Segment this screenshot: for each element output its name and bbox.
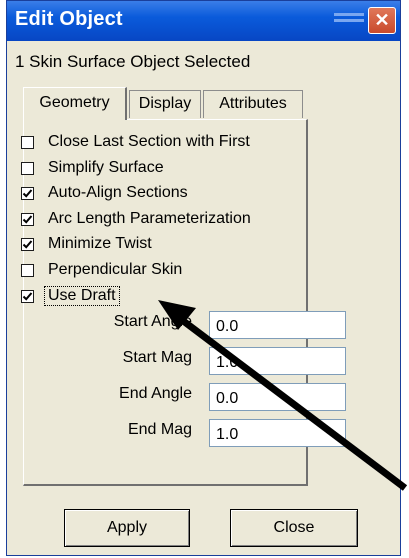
end-mag-input[interactable]	[209, 419, 346, 447]
checkbox[interactable]	[21, 263, 34, 277]
checkbox[interactable]	[21, 186, 34, 200]
end-mag-label: End Mag	[127, 421, 192, 438]
option-label: Use Draft	[44, 286, 120, 306]
selection-status: 1 Skin Surface Object Selected	[15, 52, 251, 71]
end-angle-label: End Angle	[119, 385, 192, 402]
window-title: Edit Object	[15, 8, 123, 30]
checkbox[interactable]	[21, 289, 34, 303]
checkmark-icon	[22, 291, 33, 301]
option-label: Arc Length Parameterization	[48, 210, 251, 227]
title-bar[interactable]: Edit Object ✕	[7, 1, 400, 41]
start-angle-label: Start Angle	[113, 313, 192, 330]
checkbox[interactable]	[21, 161, 34, 175]
option-close-last-section[interactable]: Close Last Section with First	[21, 131, 250, 153]
option-perpendicular-skin[interactable]: Perpendicular Skin	[21, 259, 182, 281]
option-label: Auto-Align Sections	[48, 184, 188, 201]
tab-display[interactable]: Display	[129, 90, 201, 118]
start-angle-input[interactable]	[209, 311, 346, 339]
option-use-draft[interactable]: Use Draft	[21, 285, 120, 307]
checkbox[interactable]	[21, 212, 34, 226]
option-label: Minimize Twist	[48, 235, 152, 252]
checkmark-icon	[22, 188, 33, 198]
option-label: Perpendicular Skin	[48, 261, 183, 278]
checkbox[interactable]	[21, 135, 34, 149]
start-mag-label: Start Mag	[122, 349, 192, 366]
titlebar-decoration	[334, 13, 364, 29]
option-label: Simplify Surface	[48, 159, 164, 176]
tab-attributes[interactable]: Attributes	[203, 90, 303, 118]
close-window-button[interactable]: ✕	[368, 7, 396, 34]
option-arc-length-parameterization[interactable]: Arc Length Parameterization	[21, 208, 251, 230]
start-mag-input[interactable]	[209, 347, 346, 375]
option-auto-align-sections[interactable]: Auto-Align Sections	[21, 182, 188, 204]
checkbox[interactable]	[21, 237, 34, 251]
close-button[interactable]: Close	[230, 509, 358, 547]
checkmark-icon	[22, 214, 33, 224]
checkmark-icon	[22, 239, 33, 249]
edit-object-dialog: Edit Object ✕ 1 Skin Surface Object Sele…	[6, 0, 401, 556]
tab-geometry[interactable]: Geometry	[23, 87, 127, 120]
option-simplify-surface[interactable]: Simplify Surface	[21, 157, 164, 179]
end-angle-input[interactable]	[209, 383, 346, 411]
apply-button[interactable]: Apply	[64, 509, 190, 547]
option-label: Close Last Section with First	[48, 133, 250, 150]
option-minimize-twist[interactable]: Minimize Twist	[21, 233, 152, 255]
